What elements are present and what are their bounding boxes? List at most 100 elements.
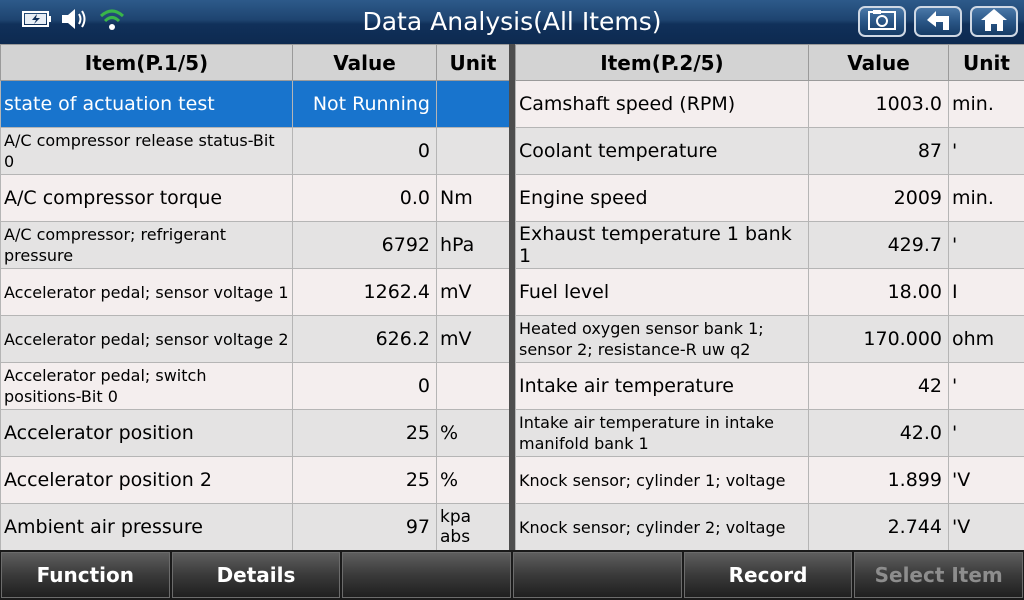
column-header-value: Value xyxy=(808,44,949,81)
empty-button-4[interactable] xyxy=(513,552,682,598)
item-name: Camshaft speed (RPM) xyxy=(515,80,809,128)
item-value: 0 xyxy=(292,362,437,410)
column-header-value: Value xyxy=(292,44,437,81)
item-value: 42.0 xyxy=(808,409,949,457)
item-name: Ambient air pressure xyxy=(0,503,293,551)
item-name: Intake air temperature in intake manifol… xyxy=(515,409,809,457)
table-header-row: Item(P.1/5) Value Unit xyxy=(0,44,510,81)
details-button[interactable]: Details xyxy=(171,552,341,598)
table-row[interactable]: state of actuation test Not Running xyxy=(0,80,510,128)
item-value: 429.7 xyxy=(808,221,949,269)
table-row[interactable]: Coolant temperature 87 ' xyxy=(515,127,1024,175)
item-unit xyxy=(436,127,510,175)
item-name: Exhaust temperature 1 bank 1 xyxy=(515,221,809,269)
function-button[interactable]: Function xyxy=(1,552,170,598)
item-unit: hPa xyxy=(436,221,510,269)
item-value: 626.2 xyxy=(292,315,437,363)
table-row[interactable]: Fuel level 18.00 I xyxy=(515,268,1024,316)
home-button[interactable] xyxy=(970,6,1018,37)
item-name: Accelerator position xyxy=(0,409,293,457)
table-row[interactable]: A/C compressor; refrigerant pressure 679… xyxy=(0,221,510,269)
item-name: Accelerator pedal; switch positions-Bit … xyxy=(0,362,293,410)
item-value: 2.744 xyxy=(808,503,949,551)
item-name: Accelerator position 2 xyxy=(0,456,293,504)
item-unit: % xyxy=(436,409,510,457)
table-row[interactable]: Exhaust temperature 1 bank 1 429.7 ' xyxy=(515,221,1024,269)
item-value: 42 xyxy=(808,362,949,410)
item-value: 25 xyxy=(292,409,437,457)
table-row[interactable]: Knock sensor; cylinder 1; voltage 1.899 … xyxy=(515,456,1024,504)
table-row[interactable]: Accelerator pedal; switch positions-Bit … xyxy=(0,362,510,410)
table-row[interactable]: Intake air temperature in intake manifol… xyxy=(515,409,1024,457)
item-value: 87 xyxy=(808,127,949,175)
item-name: A/C compressor; refrigerant pressure xyxy=(0,221,293,269)
item-unit: ' xyxy=(948,409,1024,457)
table-row[interactable]: A/C compressor torque 0.0 Nm xyxy=(0,174,510,222)
left-data-table: Item(P.1/5) Value Unit state of actuatio… xyxy=(0,44,510,551)
record-button[interactable]: Record xyxy=(683,552,853,598)
select-item-button[interactable]: Select Item xyxy=(854,552,1024,598)
table-row[interactable]: Accelerator pedal; sensor voltage 1 1262… xyxy=(0,268,510,316)
table-header-row: Item(P.2/5) Value Unit xyxy=(515,44,1024,81)
bottom-toolbar: Function Details Record Select Item xyxy=(0,550,1024,600)
item-value: 0 xyxy=(292,127,437,175)
item-unit: % xyxy=(436,456,510,504)
item-value: 18.00 xyxy=(808,268,949,316)
item-unit: mV xyxy=(436,268,510,316)
item-name: Engine speed xyxy=(515,174,809,222)
item-name: Heated oxygen sensor bank 1; sensor 2; r… xyxy=(515,315,809,363)
table-row[interactable]: Ambient air pressure 97 kpa abs xyxy=(0,503,510,551)
right-table-panel: Item(P.2/5) Value Unit Camshaft speed (R… xyxy=(515,44,1024,551)
item-name: Coolant temperature xyxy=(515,127,809,175)
table-row[interactable]: Engine speed 2009 min. xyxy=(515,174,1024,222)
back-icon xyxy=(923,8,953,36)
table-row[interactable]: Accelerator pedal; sensor voltage 2 626.… xyxy=(0,315,510,363)
table-row[interactable]: A/C compressor release status-Bit 0 0 xyxy=(0,127,510,175)
item-unit: 'V xyxy=(948,503,1024,551)
column-header-unit: Unit xyxy=(948,44,1024,81)
item-unit: 'V xyxy=(948,456,1024,504)
item-unit: ' xyxy=(948,221,1024,269)
item-name: Accelerator pedal; sensor voltage 1 xyxy=(0,268,293,316)
item-name: Intake air temperature xyxy=(515,362,809,410)
item-unit: min. xyxy=(948,80,1024,128)
table-row[interactable]: Intake air temperature 42 ' xyxy=(515,362,1024,410)
column-header-item: Item(P.2/5) xyxy=(515,44,809,81)
item-value: 2009 xyxy=(808,174,949,222)
item-name: Knock sensor; cylinder 2; voltage xyxy=(515,503,809,551)
item-name: state of actuation test xyxy=(0,80,293,128)
right-data-table: Item(P.2/5) Value Unit Camshaft speed (R… xyxy=(515,44,1024,551)
item-name: A/C compressor release status-Bit 0 xyxy=(0,127,293,175)
back-button[interactable] xyxy=(914,6,962,37)
item-value: Not Running xyxy=(292,80,437,128)
table-row[interactable]: Accelerator position 25 % xyxy=(0,409,510,457)
item-unit xyxy=(436,80,510,128)
item-unit: mV xyxy=(436,315,510,363)
column-header-item: Item(P.1/5) xyxy=(0,44,293,81)
empty-button-3[interactable] xyxy=(342,552,512,598)
item-value: 1.899 xyxy=(808,456,949,504)
item-unit: I xyxy=(948,268,1024,316)
screenshot-button[interactable] xyxy=(858,6,906,37)
item-name: Knock sensor; cylinder 1; voltage xyxy=(515,456,809,504)
table-row[interactable]: Knock sensor; cylinder 2; voltage 2.744 … xyxy=(515,503,1024,551)
item-value: 0.0 xyxy=(292,174,437,222)
item-name: A/C compressor torque xyxy=(0,174,293,222)
item-value: 1003.0 xyxy=(808,80,949,128)
table-row[interactable]: Camshaft speed (RPM) 1003.0 min. xyxy=(515,80,1024,128)
table-row[interactable]: Heated oxygen sensor bank 1; sensor 2; r… xyxy=(515,315,1024,363)
item-unit: ' xyxy=(948,127,1024,175)
column-header-unit: Unit xyxy=(436,44,510,81)
title-bar: Data Analysis(All Items) xyxy=(0,0,1024,44)
screenshot-icon xyxy=(867,9,897,35)
item-value: 1262.4 xyxy=(292,268,437,316)
item-name: Fuel level xyxy=(515,268,809,316)
home-icon xyxy=(979,7,1009,37)
item-value: 6792 xyxy=(292,221,437,269)
item-unit: min. xyxy=(948,174,1024,222)
item-value: 25 xyxy=(292,456,437,504)
item-unit: kpa abs xyxy=(436,503,510,551)
table-row[interactable]: Accelerator position 2 25 % xyxy=(0,456,510,504)
item-name: Accelerator pedal; sensor voltage 2 xyxy=(0,315,293,363)
item-unit: Nm xyxy=(436,174,510,222)
